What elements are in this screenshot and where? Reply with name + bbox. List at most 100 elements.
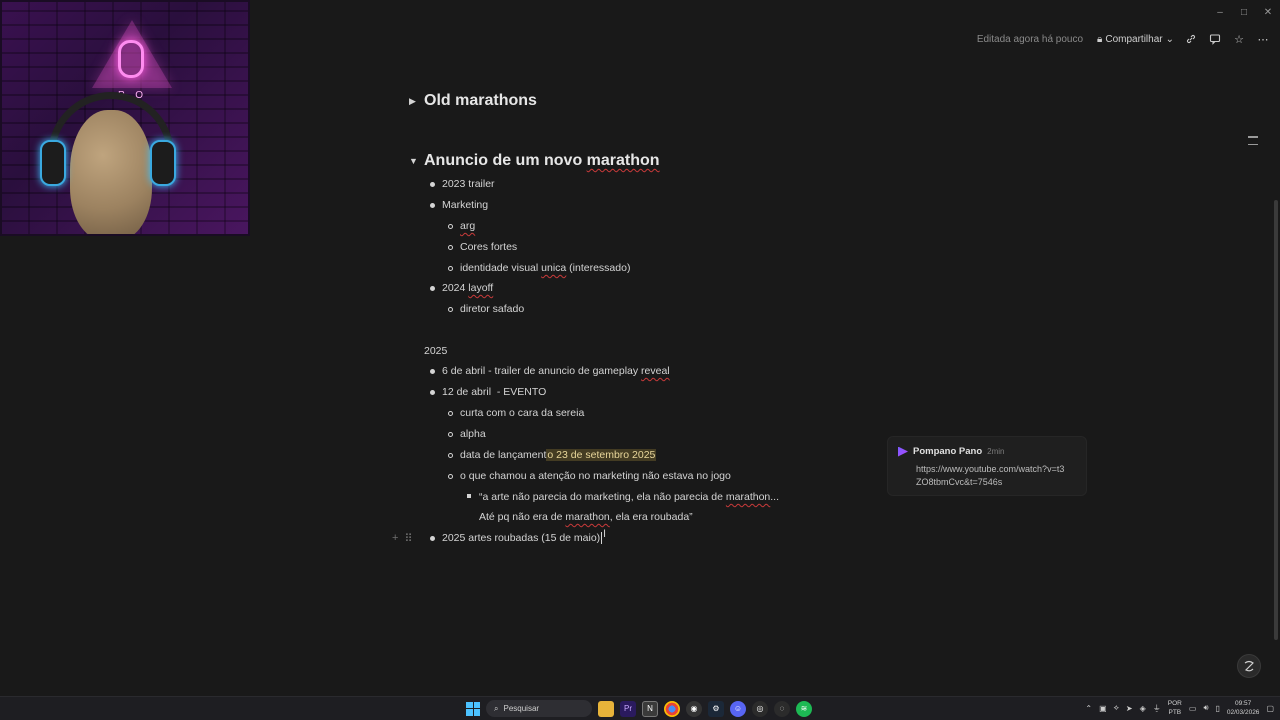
list-item[interactable]: alpha — [460, 428, 486, 440]
list-item-text: Marketing — [442, 199, 489, 211]
add-block-icon[interactable]: + — [392, 532, 398, 545]
language-indicator[interactable]: POR PTB — [1168, 699, 1182, 717]
spotify-icon[interactable]: ≋ — [796, 700, 812, 717]
steam-icon[interactable]: ⚙ — [708, 700, 724, 717]
app-icon[interactable]: ◌ — [774, 700, 790, 717]
discord-icon[interactable]: ☺ — [730, 700, 746, 717]
toggle-heading: Old marathons — [424, 92, 537, 109]
list-item-text: curta com o cara da sereia — [460, 407, 585, 419]
toggle-anuncio[interactable]: ▼ Anuncio de um novo marathon — [409, 152, 660, 170]
tray-app-icon[interactable]: ▣ — [1099, 704, 1107, 713]
lock-icon: 🔒︎ — [1097, 33, 1103, 45]
list-item-text-misspelled: marathon — [725, 491, 771, 503]
avatar — [898, 446, 908, 457]
language-code: POR — [1167, 700, 1182, 707]
list-item-text: 2023 trailer — [442, 178, 495, 190]
list-item-text: 6 de abril - trailer de anuncio de gamep… — [442, 365, 642, 377]
list-item[interactable]: o que chamou a atenção no marketing não … — [460, 470, 731, 482]
usb-icon[interactable]: ⏚ — [1153, 703, 1161, 714]
chevron-up-icon[interactable]: ⌃ — [1085, 704, 1092, 713]
paragraph-text: 2025 — [424, 345, 448, 357]
list-item[interactable]: diretor safado — [460, 303, 524, 315]
tray-app-icon[interactable]: ◈ — [1140, 704, 1146, 713]
table-of-contents-icon[interactable] — [1248, 136, 1258, 151]
chrome-icon[interactable] — [664, 700, 680, 717]
bullet-circle-icon — [448, 266, 453, 271]
commented-text-highlight[interactable]: o 23 de setembro 2025 — [546, 449, 657, 461]
list-item-text: diretor safado — [460, 303, 525, 315]
toggle-collapsed-icon[interactable]: ▶ — [409, 96, 416, 107]
list-item[interactable]: 6 de abril - trailer de anuncio de gamep… — [442, 365, 670, 377]
list-item[interactable]: 2024 layoff — [442, 282, 493, 294]
paragraph[interactable]: 2025 — [424, 345, 447, 357]
battery-icon[interactable]: ▯ — [1215, 704, 1219, 713]
list-item[interactable]: Cores fortes — [460, 241, 517, 253]
file-explorer-icon[interactable] — [598, 700, 614, 717]
tray-app-icon[interactable]: ⟡ — [1114, 703, 1119, 713]
more-icon[interactable]: ⋯ — [1256, 32, 1270, 46]
drag-handle-icon[interactable]: ⠿ — [404, 532, 412, 545]
taskbar-search[interactable]: ⌕ Pesquisar — [486, 700, 592, 717]
list-item-text: ... — [770, 491, 780, 503]
list-item-active[interactable]: 2025 artes roubadas (15 de maio) — [442, 532, 603, 544]
list-item[interactable]: 2023 trailer — [442, 178, 495, 190]
toggle-old-marathons[interactable]: ▶ Old marathons — [409, 92, 537, 110]
clock[interactable]: 09:57 02/03/2026 — [1227, 699, 1260, 717]
list-item[interactable]: 12 de abril - EVENTO — [442, 386, 546, 398]
list-item-continuation[interactable]: Até pq não era de marathon, ela era roub… — [479, 511, 693, 523]
list-item[interactable]: “a arte não parecia do marketing, ela nã… — [479, 491, 779, 503]
ai-assistant-button[interactable] — [1237, 654, 1261, 678]
list-item[interactable]: Marketing — [442, 199, 488, 211]
list-item-text: 12 de abril - EVENTO — [442, 386, 547, 398]
bullet-icon — [430, 182, 435, 187]
list-item-text: identidade visual — [460, 262, 542, 274]
scrollbar[interactable] — [1274, 200, 1278, 640]
bullet-circle-icon — [448, 411, 453, 416]
list-item-text: Cores fortes — [460, 241, 518, 253]
toggle-expanded-icon[interactable]: ▼ — [409, 156, 418, 166]
comments-icon[interactable] — [1208, 32, 1222, 46]
star-icon[interactable]: ☆ — [1232, 32, 1246, 46]
comment-author[interactable]: Pompano Pano — [913, 446, 982, 457]
share-button[interactable]: 🔒︎ Compartilhar ⌄ — [1097, 34, 1174, 45]
obs-icon[interactable]: ◉ — [686, 700, 702, 717]
close-button[interactable]: ✕ — [1256, 0, 1280, 24]
premiere-icon[interactable]: Pr — [620, 700, 636, 717]
bullet-circle-icon — [448, 474, 453, 479]
list-item-text: “a arte não parecia do marketing, ela nã… — [479, 491, 726, 503]
tray-app-icon[interactable]: ➤ — [1126, 704, 1133, 713]
system-tray: ⌃ ▣ ⟡ ➤ ◈ ⏚ POR PTB ▭ 🔊︎ ▯ 09:57 02/03/202… — [1085, 699, 1274, 717]
list-item-text: arg — [460, 220, 476, 232]
app-icon[interactable]: ◎ — [752, 700, 768, 717]
list-item-text: alpha — [460, 428, 486, 440]
link-icon[interactable] — [1184, 32, 1198, 46]
ibeam-cursor-icon: I — [603, 528, 607, 540]
bullet-square-icon — [467, 494, 471, 498]
toggle-heading: Anuncio de um novo marathon — [424, 152, 660, 170]
notification-icon[interactable]: ▢ — [1266, 704, 1274, 713]
bullet-circle-icon — [448, 224, 453, 229]
windows-start-icon[interactable] — [466, 701, 480, 716]
bullet-icon — [430, 369, 435, 374]
list-item[interactable]: arg — [460, 220, 475, 232]
webcam-frame — [0, 0, 250, 236]
keyboard-layout: PTB — [1168, 709, 1182, 716]
maximize-button[interactable]: □ — [1232, 0, 1256, 24]
list-item-text-misspelled: marathon — [565, 511, 610, 523]
list-item-text: 2024 — [442, 282, 469, 294]
list-item[interactable]: data de lançament o 23 de setembro 2025 — [460, 449, 657, 461]
minimize-button[interactable]: – — [1208, 0, 1232, 24]
list-item-text-misspelled: unica — [541, 262, 567, 274]
notion-icon[interactable]: N — [642, 700, 658, 717]
list-item-text: data de lançament — [460, 449, 547, 461]
volume-icon[interactable]: 🔊︎ — [1203, 703, 1208, 713]
comment-link[interactable]: https://www.youtube.com/watch?v=t3ZO8tbm… — [916, 463, 1066, 489]
clock-time: 09:57 — [1235, 700, 1252, 707]
comment-card[interactable]: Pompano Pano 2min https://www.youtube.co… — [887, 436, 1087, 496]
network-icon[interactable]: ▭ — [1189, 704, 1197, 713]
block-gutter: + ⠿ — [392, 532, 413, 545]
list-item-text: Até pq não era de — [479, 511, 566, 523]
bullet-icon — [430, 536, 435, 541]
list-item[interactable]: curta com o cara da sereia — [460, 407, 584, 419]
list-item[interactable]: identidade visual unica (interessado) — [460, 262, 630, 274]
